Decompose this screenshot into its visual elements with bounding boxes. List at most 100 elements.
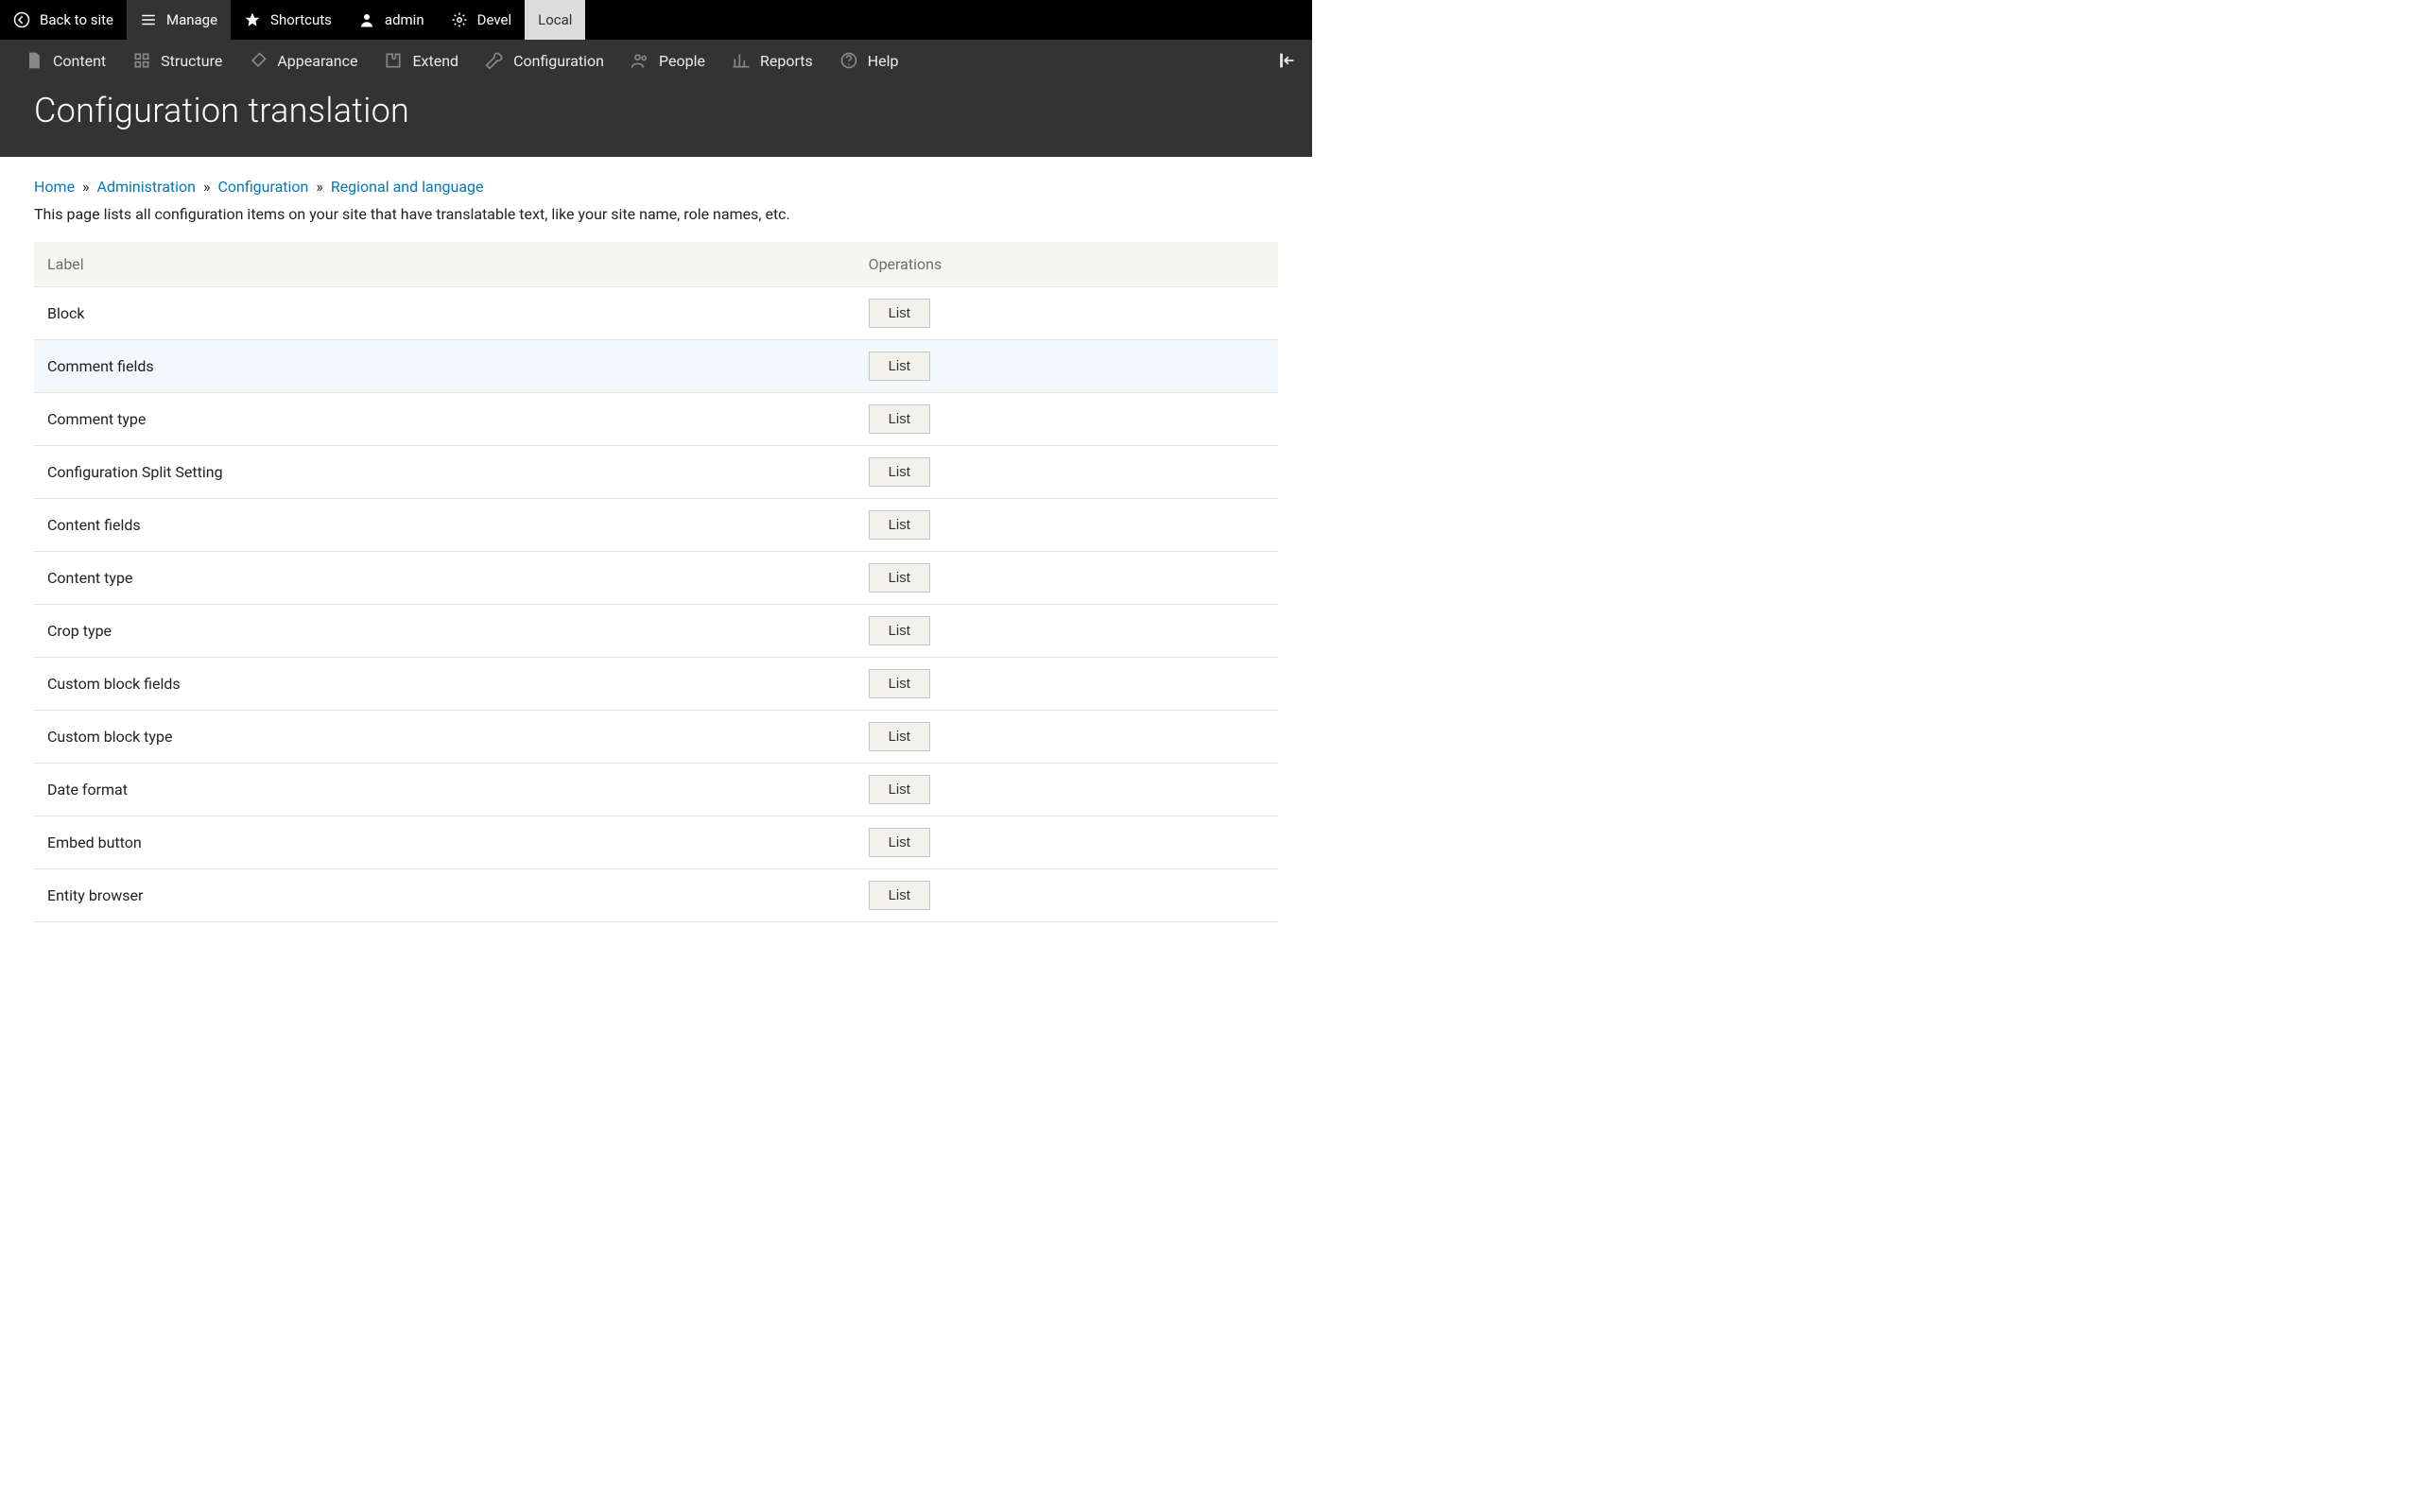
table-cell-label: Content type <box>34 552 856 605</box>
column-header-label: Label <box>34 242 856 287</box>
gear-icon <box>451 11 468 28</box>
toolbar-user[interactable]: admin <box>345 0 438 40</box>
breadcrumb-config[interactable]: Configuration <box>217 178 308 196</box>
table-row: Custom block type List <box>34 711 1278 764</box>
hamburger-icon <box>140 11 157 28</box>
people-icon <box>631 51 649 70</box>
toolbar-shortcuts[interactable]: Shortcuts <box>231 0 345 40</box>
toolbar: Back to site Manage Shortcuts admin Deve… <box>0 0 1312 40</box>
content: Home » Administration » Configuration » … <box>0 157 1312 960</box>
breadcrumb-home[interactable]: Home <box>34 178 75 196</box>
toolbar-back-label: Back to site <box>40 11 113 28</box>
admin-menu-people-label: People <box>659 52 705 70</box>
table-cell-label: Custom block fields <box>34 658 856 711</box>
table-cell-operations: List <box>856 446 1278 499</box>
toolbar-local[interactable]: Local <box>525 0 585 40</box>
list-button[interactable]: List <box>869 563 930 593</box>
toolbar-devel[interactable]: Devel <box>438 0 525 40</box>
admin-menu-reports-label: Reports <box>760 52 813 70</box>
toolbar-manage-label: Manage <box>166 11 217 28</box>
user-icon <box>358 11 375 28</box>
toolbar-user-label: admin <box>385 11 424 28</box>
admin-menu-configuration[interactable]: Configuration <box>472 40 617 81</box>
breadcrumb: Home » Administration » Configuration » … <box>34 178 1278 196</box>
toolbar-back-to-site[interactable]: Back to site <box>0 0 127 40</box>
table-row: Comment type List <box>34 393 1278 446</box>
admin-menu-help-label: Help <box>868 52 899 70</box>
breadcrumb-sep: » <box>82 178 90 196</box>
admin-menu-extend[interactable]: Extend <box>371 40 472 81</box>
toolbar-local-label: Local <box>538 11 572 28</box>
table-cell-operations: List <box>856 340 1278 393</box>
star-icon <box>244 11 261 28</box>
list-button[interactable]: List <box>869 775 930 804</box>
table-cell-operations: List <box>856 605 1278 658</box>
admin-menu-structure-label: Structure <box>161 52 222 70</box>
breadcrumb-sep: » <box>203 178 211 196</box>
table-cell-label: Custom block type <box>34 711 856 764</box>
admin-menu-content[interactable]: Content <box>11 40 119 81</box>
page-title: Configuration translation <box>34 91 1278 130</box>
list-button[interactable]: List <box>869 722 930 751</box>
config-translation-table: Label Operations BlockListComment fields… <box>34 242 1278 922</box>
table-row: Custom block fields List <box>34 658 1278 711</box>
table-cell-operations: List <box>856 869 1278 922</box>
breadcrumb-sep: » <box>316 178 323 196</box>
list-button[interactable]: List <box>869 404 930 434</box>
structure-icon <box>132 51 151 70</box>
table-row: Entity browser List <box>34 869 1278 922</box>
table-cell-label: Block <box>34 287 856 340</box>
breadcrumb-regional[interactable]: Regional and language <box>331 178 484 196</box>
list-button[interactable]: List <box>869 510 930 540</box>
table-cell-operations: List <box>856 393 1278 446</box>
admin-menu-content-label: Content <box>53 52 106 70</box>
table-cell-operations: List <box>856 499 1278 552</box>
list-button[interactable]: List <box>869 616 930 645</box>
paintbrush-icon <box>249 51 268 70</box>
table-cell-label: Configuration Split Setting <box>34 446 856 499</box>
table-cell-label: Entity browser <box>34 869 856 922</box>
admin-menu: Content Structure Appearance Extend Conf… <box>0 40 1312 81</box>
table-cell-label: Embed button <box>34 816 856 869</box>
toolbar-devel-label: Devel <box>477 11 511 28</box>
table-cell-operations: List <box>856 764 1278 816</box>
table-cell-label: Comment type <box>34 393 856 446</box>
table-row: Comment fields List <box>34 340 1278 393</box>
column-header-operations: Operations <box>856 242 1278 287</box>
toolbar-manage[interactable]: Manage <box>127 0 231 40</box>
list-button[interactable]: List <box>869 828 930 857</box>
document-icon <box>25 51 43 70</box>
titlebar: Configuration translation <box>0 81 1312 157</box>
table-cell-operations: List <box>856 552 1278 605</box>
admin-menu-reports[interactable]: Reports <box>718 40 826 81</box>
table-cell-operations: List <box>856 711 1278 764</box>
table-cell-label: Crop type <box>34 605 856 658</box>
list-button[interactable]: List <box>869 881 930 910</box>
list-button[interactable]: List <box>869 299 930 328</box>
help-icon <box>839 51 858 70</box>
admin-menu-configuration-label: Configuration <box>513 52 604 70</box>
table-cell-operations: List <box>856 816 1278 869</box>
admin-menu-structure[interactable]: Structure <box>119 40 235 81</box>
list-button[interactable]: List <box>869 457 930 487</box>
puzzle-icon <box>384 51 403 70</box>
table-row: Date format List <box>34 764 1278 816</box>
list-button[interactable]: List <box>869 669 930 698</box>
page-description: This page lists all configuration items … <box>34 205 1278 223</box>
toolbar-shortcuts-label: Shortcuts <box>270 11 332 28</box>
collapse-toolbar-icon[interactable] <box>1276 50 1297 71</box>
admin-menu-people[interactable]: People <box>617 40 718 81</box>
table-row: Content type List <box>34 552 1278 605</box>
list-button[interactable]: List <box>869 352 930 381</box>
breadcrumb-admin[interactable]: Administration <box>97 178 197 196</box>
table-cell-label: Content fields <box>34 499 856 552</box>
admin-menu-help[interactable]: Help <box>826 40 912 81</box>
table-row: Embed button List <box>34 816 1278 869</box>
table-cell-label: Comment fields <box>34 340 856 393</box>
table-row: Crop type List <box>34 605 1278 658</box>
admin-menu-extend-label: Extend <box>412 52 458 70</box>
table-row: Configuration Split Setting List <box>34 446 1278 499</box>
table-cell-operations: List <box>856 287 1278 340</box>
table-cell-label: Date format <box>34 764 856 816</box>
admin-menu-appearance[interactable]: Appearance <box>235 40 371 81</box>
